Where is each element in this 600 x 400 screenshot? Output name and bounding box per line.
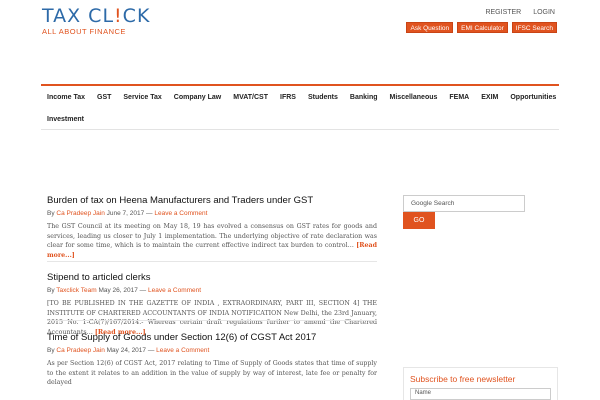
nav-item-mvat-cst[interactable]: MVAT/CST <box>233 94 268 101</box>
nav-item-service-tax[interactable]: Service Tax <box>123 94 161 101</box>
nav-item-ifrs[interactable]: IFRS <box>280 94 296 101</box>
newsletter-widget: Subscribe to free newsletter Name <box>403 367 558 400</box>
post-by: By <box>47 347 55 354</box>
nav-item-exim[interactable]: EXIM <box>481 94 498 101</box>
post-divider <box>47 320 377 321</box>
main-nav: Income Tax GST Service Tax Company Law M… <box>41 84 559 130</box>
nav-item-miscellaneous[interactable]: Miscellaneous <box>390 94 438 101</box>
emi-calculator-button[interactable]: EMI Calculator <box>457 22 508 33</box>
post-by: By <box>47 210 55 217</box>
post-title[interactable]: Time of Supply of Goods under Section 12… <box>47 332 377 344</box>
google-search-input[interactable]: Google Search <box>403 195 525 212</box>
nav-item-company-law[interactable]: Company Law <box>174 94 221 101</box>
post-author[interactable]: Ca Pradeep Jain <box>56 210 104 217</box>
post-meta-sep: — <box>139 287 147 294</box>
nav-item-fema[interactable]: FEMA <box>449 94 469 101</box>
post-author[interactable]: Taxclick Team <box>56 287 96 294</box>
nav-item-investment[interactable]: Investment <box>47 116 84 123</box>
post-meta: By Ca Pradeep Jain June 7, 2017 — Leave … <box>47 210 377 217</box>
post-excerpt-text: As per Section 12(6) of CGST Act, 2017 r… <box>47 360 377 387</box>
post-meta-sep: — <box>146 210 153 217</box>
nav-row-1: Income Tax GST Service Tax Company Law M… <box>41 86 559 108</box>
post-excerpt: As per Section 12(6) of CGST Act, 2017 r… <box>47 359 377 388</box>
post-item: Time of Supply of Goods under Section 12… <box>47 332 377 388</box>
site-logo[interactable]: TAX CL!CK ALL ABOUT FINANCE <box>42 6 152 36</box>
post-author[interactable]: Ca Pradeep Jain <box>56 347 104 354</box>
nav-item-students[interactable]: Students <box>308 94 338 101</box>
quick-buttons: Ask Question EMI Calculator IFSC Search <box>406 22 557 33</box>
ask-question-button[interactable]: Ask Question <box>406 22 454 33</box>
register-link[interactable]: REGISTER <box>485 9 521 16</box>
newsletter-title: Subscribe to free newsletter <box>410 374 516 384</box>
search-go-button[interactable]: GO <box>403 212 435 229</box>
post-excerpt: The GST Council at its meeting on May 18… <box>47 222 377 260</box>
nav-row-2: Investment <box>41 108 559 130</box>
nav-item-banking[interactable]: Banking <box>350 94 378 101</box>
nav-item-income-tax[interactable]: Income Tax <box>47 94 85 101</box>
nav-item-gst[interactable]: GST <box>97 94 111 101</box>
leave-comment-link[interactable]: Leave a Comment <box>148 287 201 294</box>
post-date: May 24, 2017 <box>106 347 147 354</box>
login-link[interactable]: LOGIN <box>533 9 555 16</box>
post-divider <box>47 261 377 262</box>
post-excerpt-text: The GST Council at its meeting on May 18… <box>47 223 377 250</box>
post-meta-sep: — <box>147 347 155 354</box>
post-by: By <box>47 287 55 294</box>
leave-comment-link[interactable]: Leave a Comment <box>154 210 207 217</box>
post-meta: By Ca Pradeep Jain May 24, 2017 — Leave … <box>47 347 377 354</box>
nav-item-opportunities[interactable]: Opportunities <box>510 94 556 101</box>
post-item: Burden of tax on Heena Manufacturers and… <box>47 195 377 260</box>
post-title[interactable]: Stipend to articled clerks <box>47 272 377 284</box>
logo-tagline: ALL ABOUT FINANCE <box>42 27 126 36</box>
leave-comment-link[interactable]: Leave a Comment <box>156 347 209 354</box>
post-meta: By Taxclick Team May 26, 2017 — Leave a … <box>47 287 377 294</box>
post-date: May 26, 2017 <box>98 287 138 294</box>
post-date: June 7, 2017 <box>106 210 145 217</box>
ifsc-search-button[interactable]: IFSC Search <box>511 22 557 33</box>
newsletter-name-field[interactable]: Name <box>410 388 551 400</box>
post-title[interactable]: Burden of tax on Heena Manufacturers and… <box>47 195 377 207</box>
logo-wordmark: TAX CL!CK <box>42 5 151 27</box>
top-links: REGISTER LOGIN <box>475 9 555 16</box>
post-item: Stipend to articled clerks By Taxclick T… <box>47 272 377 337</box>
